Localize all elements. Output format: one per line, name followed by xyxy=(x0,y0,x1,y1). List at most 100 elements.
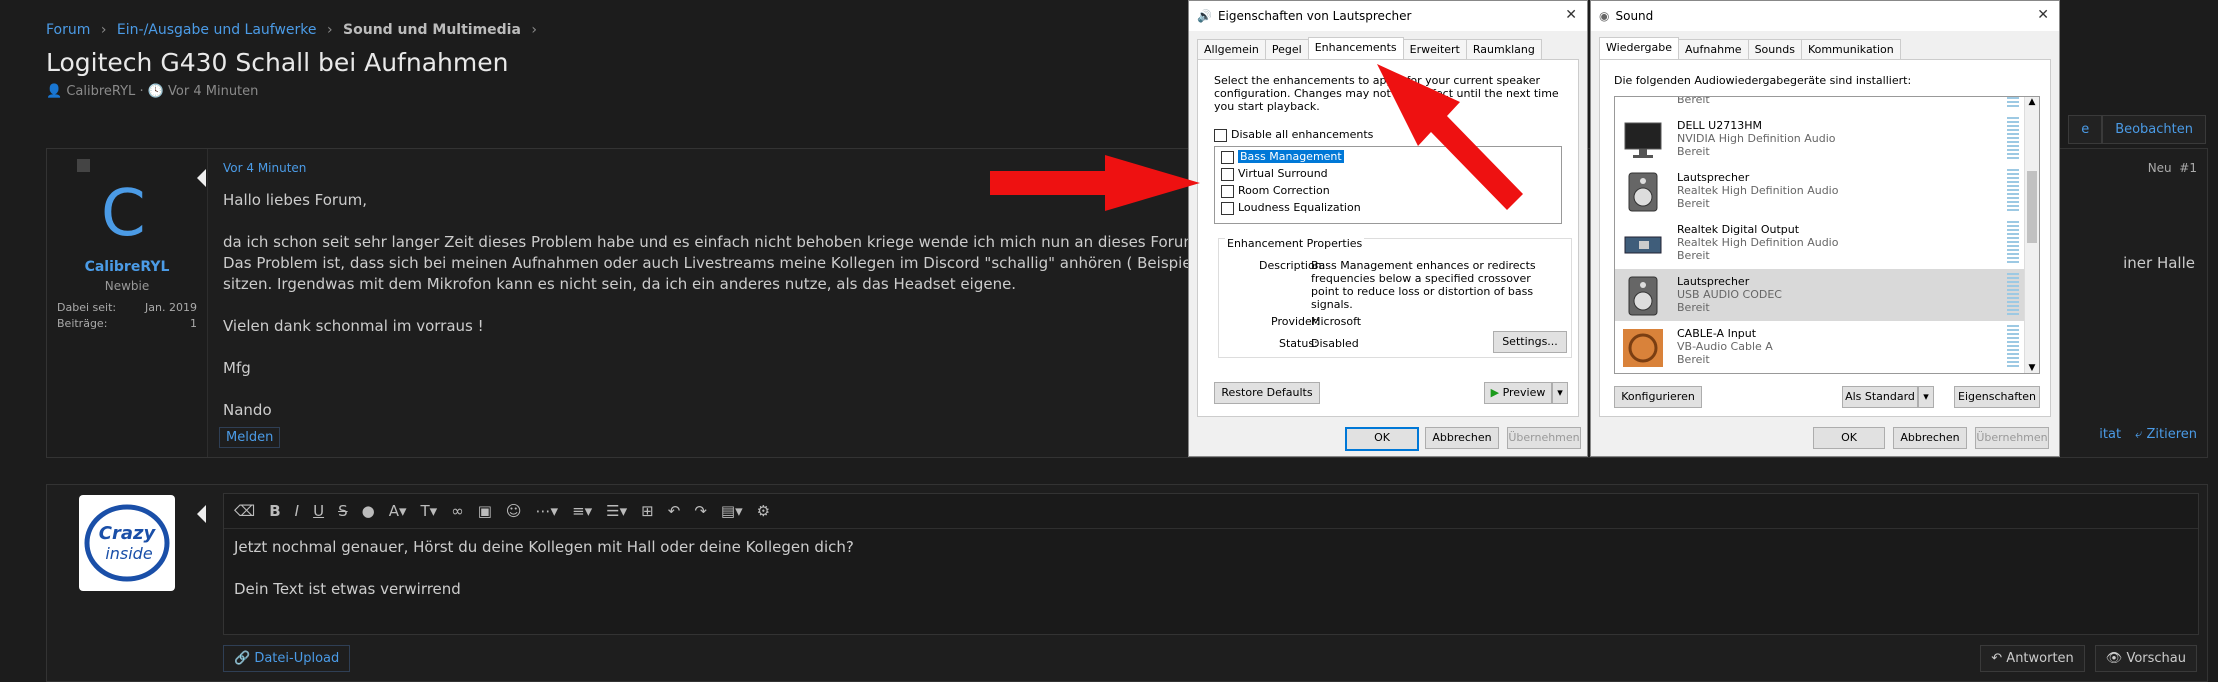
reply-editor[interactable]: ⌫ B I U S ● A▾ T▾ ∞ ▣ ☺ ⋯▾ ≡▾ ☰▾ ⊞ ↶ ↷ ▤… xyxy=(223,493,2199,635)
settings-button[interactable]: Settings... xyxy=(1493,331,1567,353)
breadcrumb: Forum › Ein-/Ausgabe und Laufwerke › Sou… xyxy=(46,22,543,38)
ok-button[interactable]: OK xyxy=(1813,427,1885,449)
reply-button[interactable]: ↶ Antworten xyxy=(1980,645,2085,672)
tab-sounds[interactable]: Sounds xyxy=(1747,39,1802,61)
speaker-icon xyxy=(1628,276,1658,316)
scroll-down-icon[interactable]: ▼ xyxy=(2025,363,2039,373)
set-default-dropdown[interactable]: ▾ xyxy=(1918,386,1934,408)
tab-communications[interactable]: Kommunikation xyxy=(1800,39,1901,61)
scroll-up-icon[interactable]: ▲ xyxy=(2025,97,2039,107)
breadcrumb-subcategory[interactable]: Sound und Multimedia xyxy=(343,22,521,38)
list-icon[interactable]: ☰▾ xyxy=(606,502,627,520)
speaker-icon xyxy=(1628,172,1658,212)
close-icon[interactable]: ✕ xyxy=(1565,7,1577,23)
tab-spatial[interactable]: Raumklang xyxy=(1465,39,1542,61)
preview-button[interactable]: ▶ Preview xyxy=(1484,382,1552,404)
thread-button-partial[interactable]: e xyxy=(2068,115,2103,144)
font-icon[interactable]: A▾ xyxy=(389,502,407,520)
disable-all-checkbox[interactable]: Disable all enhancements xyxy=(1214,128,1373,142)
smiley-icon[interactable]: ☺ xyxy=(506,502,522,520)
apply-button[interactable]: Übernehmen xyxy=(1975,427,2049,449)
cancel-button[interactable]: Abbrechen xyxy=(1893,427,1967,449)
enhancement-item-surround[interactable]: Virtual Surround xyxy=(1221,167,1328,181)
select-checkbox[interactable] xyxy=(77,159,90,172)
tab-recording[interactable]: Aufnahme xyxy=(1678,39,1749,61)
properties-button[interactable]: Eigenschaften xyxy=(1954,386,2040,408)
dialog-tabs: Allgemein Pegel Enhancements Erweitert R… xyxy=(1197,37,1542,61)
font-size-icon[interactable]: T▾ xyxy=(421,502,438,520)
thread-author[interactable]: CalibreRYL xyxy=(66,84,135,99)
avatar[interactable]: C xyxy=(101,177,146,251)
quote-partial-button[interactable]: itat xyxy=(2099,427,2121,442)
configure-button[interactable]: Konfigurieren xyxy=(1614,386,1702,408)
upload-button[interactable]: 🔗 Datei-Upload xyxy=(223,645,351,672)
image-icon[interactable]: ▣ xyxy=(478,502,492,520)
apply-button[interactable]: Übernehmen xyxy=(1507,427,1581,449)
post-line: Mfg xyxy=(223,359,251,377)
post-username[interactable]: CalibreRYL xyxy=(47,259,207,275)
strikethrough-icon[interactable]: S xyxy=(338,502,348,520)
dialog-titlebar: 🔊 Eigenschaften von Lautsprecher ✕ xyxy=(1189,1,1587,31)
level-meter xyxy=(2007,97,2019,109)
stat-posts: Beiträge: 1 xyxy=(57,317,197,330)
post-number: Neu #1 xyxy=(2147,161,2197,175)
dialog-titlebar: ◉ Sound ✕ xyxy=(1591,1,2059,31)
underline-icon[interactable]: U xyxy=(313,502,324,520)
device-item-cable-a[interactable]: CABLE-A Input VB-Audio Cable A Bereit xyxy=(1615,321,2025,373)
device-item[interactable]: Bereit xyxy=(1615,97,2025,113)
tab-levels[interactable]: Pegel xyxy=(1264,39,1309,61)
enhancement-item-bass[interactable]: Bass Management xyxy=(1221,150,1344,164)
device-item-speaker-usb[interactable]: Lautsprecher USB AUDIO CODEC Bereit xyxy=(1615,269,2025,321)
set-default-button[interactable]: Als Standard xyxy=(1842,386,1918,408)
bold-icon[interactable]: B xyxy=(269,502,280,520)
play-icon: ▶ xyxy=(1490,386,1500,399)
description-text: Bass Management enhances or redirects fr… xyxy=(1311,259,1536,311)
clock-icon: · 🕓 xyxy=(139,84,164,99)
tab-advanced[interactable]: Erweitert xyxy=(1402,39,1467,61)
settings-icon[interactable]: ⚙ xyxy=(757,502,770,520)
table-icon[interactable]: ⊞ xyxy=(641,502,654,520)
close-icon[interactable]: ✕ xyxy=(2037,7,2049,23)
cancel-button[interactable]: Abbrechen xyxy=(1425,427,1499,449)
eraser-icon[interactable]: ⌫ xyxy=(234,502,255,520)
tab-enhancements[interactable]: Enhancements xyxy=(1307,37,1404,59)
ok-button[interactable]: OK xyxy=(1345,427,1419,451)
scrollbar[interactable]: ▲ ▼ xyxy=(2024,97,2039,373)
editor-text-line: Dein Text ist etwas verwirrend xyxy=(234,580,461,598)
device-item-digital-output[interactable]: Realtek Digital Output Realtek High Defi… xyxy=(1615,217,2025,269)
watch-button[interactable]: Beobachten xyxy=(2102,115,2206,144)
tab-playback[interactable]: Wiedergabe xyxy=(1599,37,1680,59)
dialog-title: Sound xyxy=(1615,9,1654,23)
preview-button[interactable]: 👁 Vorschau xyxy=(2094,645,2197,672)
sound-icon: ◉ xyxy=(1599,9,1610,23)
enhancement-item-loudness[interactable]: Loudness Equalization xyxy=(1221,201,1361,215)
post-line: Nando xyxy=(223,401,272,419)
report-button[interactable]: Melden xyxy=(219,427,281,448)
link-icon[interactable]: ∞ xyxy=(451,502,464,520)
save-icon[interactable]: ▤▾ xyxy=(721,502,743,520)
preview-dropdown[interactable]: ▾ xyxy=(1552,382,1568,404)
quote-button[interactable]: ⤶ Zitieren xyxy=(2135,427,2197,442)
devices-intro: Die folgenden Audiowiedergabegeräte sind… xyxy=(1614,74,1912,87)
breadcrumb-category[interactable]: Ein-/Ausgabe und Laufwerke xyxy=(117,22,317,38)
svg-text:inside: inside xyxy=(105,544,153,563)
device-item-speaker-realtek[interactable]: Lautsprecher Realtek High Definition Aud… xyxy=(1615,165,2025,217)
enhancement-item-room[interactable]: Room Correction xyxy=(1221,184,1330,198)
align-icon[interactable]: ≡▾ xyxy=(572,502,592,520)
restore-defaults-button[interactable]: Restore Defaults xyxy=(1214,382,1320,404)
undo-icon[interactable]: ↶ xyxy=(668,502,681,520)
post-line: Hallo liebes Forum, xyxy=(223,191,367,209)
device-list[interactable]: Bereit DELL U2713HM NVIDIA High Definiti… xyxy=(1614,96,2040,374)
breadcrumb-forum[interactable]: Forum xyxy=(46,22,90,38)
scroll-thumb[interactable] xyxy=(2027,171,2037,243)
italic-icon[interactable]: I xyxy=(295,502,299,520)
post-time[interactable]: Vor 4 Minuten xyxy=(223,161,306,175)
tab-general[interactable]: Allgemein xyxy=(1197,39,1266,61)
more-icon[interactable]: ⋯▾ xyxy=(536,502,559,520)
properties-title: Enhancement Properties xyxy=(1225,237,1365,250)
color-icon[interactable]: ● xyxy=(362,502,375,520)
redo-icon[interactable]: ↷ xyxy=(694,502,707,520)
thread-time[interactable]: Vor 4 Minuten xyxy=(168,84,258,99)
device-item-dell[interactable]: DELL U2713HM NVIDIA High Definition Audi… xyxy=(1615,113,2025,165)
post-line: da ich schon seit sehr langer Zeit diese… xyxy=(223,233,1325,251)
